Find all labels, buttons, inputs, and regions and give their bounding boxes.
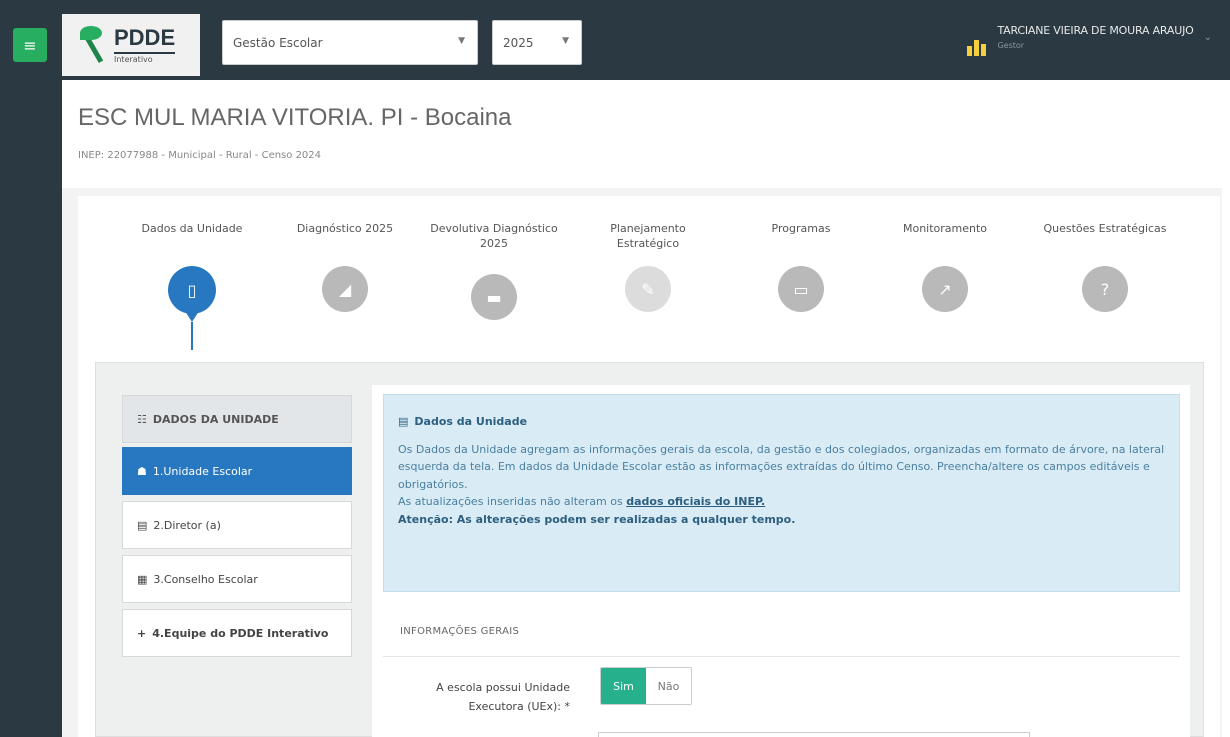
step-pin-stick — [191, 322, 193, 350]
uex-question-label: A escola possui Unidade Executora (UEx):… — [410, 678, 570, 717]
info-title: ▤ Dados da Unidade — [398, 413, 1165, 431]
step-questoes[interactable]: Questões Estratégicas ? — [1035, 222, 1175, 312]
chevron-down-icon: ▼ — [458, 36, 465, 46]
logo-leaf-icon — [76, 24, 108, 66]
step-label: Devolutiva Diagnóstico 2025 — [430, 222, 558, 250]
info-body: Os Dados da Unidade agregam as informaçõ… — [398, 442, 1165, 491]
folder-icon: ▬ — [471, 274, 517, 320]
step-label: Dados da Unidade — [141, 222, 243, 235]
step-planejamento[interactable]: Planejamento Estratégico ✎ — [578, 222, 718, 312]
step-dados-da-unidade[interactable]: Dados da Unidade ▯ — [122, 222, 262, 350]
trend-icon: ↗ — [922, 266, 968, 312]
sidebar-header: ☷ DADOS DA UNIDADE — [122, 395, 352, 443]
yes-option[interactable]: Sim — [601, 668, 646, 704]
sidebar-item-label: 2.Diretor (a) — [153, 518, 221, 532]
year-select[interactable]: 2025 ▼ — [492, 20, 582, 65]
left-rail: ≡ — [0, 0, 62, 737]
step-pin — [183, 308, 201, 322]
uex-question-line1: A escola possui Unidade — [436, 681, 570, 694]
unit-sidebar: ☷ DADOS DA UNIDADE ☗ 1.Unidade Escolar ▤… — [122, 395, 352, 657]
uex-question-line2: Executora (UEx): * — [468, 700, 570, 714]
sidebar-item-label: 1.Unidade Escolar — [152, 464, 253, 478]
step-label: Monitoramento — [902, 222, 988, 235]
sidebar-item-equipe-pdde[interactable]: + 4.Equipe do PDDE Interativo — [122, 609, 352, 657]
uex-toggle[interactable]: Sim Não — [600, 667, 692, 705]
pdde-logo[interactable]: PDDE Interativo — [62, 14, 200, 76]
sidebar-item-unidade-escolar[interactable]: ☗ 1.Unidade Escolar — [122, 447, 352, 495]
sidebar-item-conselho-escolar[interactable]: ▦ 3.Conselho Escolar — [122, 555, 352, 603]
document-icon: ▯ — [168, 266, 216, 314]
no-option[interactable]: Não — [646, 668, 691, 704]
user-menu[interactable]: TARCIANE VIEIRA DE MOURA ARAUJO Gestor ⌄ — [967, 24, 1212, 56]
section-divider — [383, 656, 1180, 657]
step-monitoramento[interactable]: Monitoramento ↗ — [875, 222, 1015, 312]
chevron-down-icon: ▼ — [562, 36, 569, 46]
sidebar-header-label: DADOS DA UNIDADE — [152, 412, 279, 426]
step-label: Programas — [771, 222, 831, 235]
step-label: Diagnóstico 2025 — [296, 222, 394, 235]
info-attention: Atenção: As alterações podem ser realiza… — [398, 512, 796, 526]
next-input-field[interactable] — [598, 732, 1030, 737]
user-role: Gestor — [997, 41, 1025, 50]
chart-icon: ◢ — [322, 266, 368, 312]
group-icon: ▦ — [137, 572, 148, 586]
year-select-value: 2025 — [503, 35, 534, 50]
top-bar: PDDE Interativo Gestão Escolar ▼ 2025 ▼ … — [62, 0, 1230, 80]
profile-select-value: Gestão Escolar — [233, 35, 323, 50]
user-chart-icon — [967, 34, 987, 56]
sidebar-item-label: 4.Equipe do PDDE Interativo — [152, 626, 329, 640]
hamburger-icon[interactable]: ≡ — [13, 28, 47, 62]
section-title: INFORMAÇÕES GERAIS — [400, 626, 520, 637]
monitor-icon: ▭ — [778, 266, 824, 312]
page-title: ESC MUL MARIA VITORIA. PI - Bocaina — [78, 104, 512, 131]
step-label: Planejamento Estratégico — [610, 222, 686, 250]
document-icon: ▤ — [398, 415, 409, 428]
sidebar-item-label: 3.Conselho Escolar — [153, 572, 258, 586]
question-icon: ? — [1082, 266, 1128, 312]
step-diagnostico[interactable]: Diagnóstico 2025 ◢ — [275, 222, 415, 312]
step-label: Questões Estratégicas — [1043, 222, 1167, 235]
user-name: TARCIANE VIEIRA DE MOURA ARAUJO — [997, 24, 1194, 37]
user-dropdown-icon[interactable]: ⌄ — [1204, 32, 1212, 43]
profile-select[interactable]: Gestão Escolar ▼ — [222, 20, 478, 65]
id-card-icon: ▤ — [137, 518, 148, 532]
info-title-text: Dados da Unidade — [414, 415, 528, 428]
planning-icon: ✎ — [625, 266, 671, 312]
info-updates-text: As atualizações inseridas não alteram os — [398, 495, 627, 509]
info-alert: ▤ Dados da Unidade Os Dados da Unidade a… — [383, 394, 1180, 592]
inep-link[interactable]: dados oficiais do INEP. — [626, 495, 765, 508]
logo-title: PDDE — [114, 24, 176, 50]
sidebar-item-diretor[interactable]: ▤ 2.Diretor (a) — [122, 501, 352, 549]
info-updates: As atualizações inseridas não alteram os… — [398, 493, 1165, 511]
plus-icon: + — [137, 626, 147, 640]
school-icon: ☗ — [137, 464, 147, 478]
page-subtitle: INEP: 22077988 - Municipal - Rural - Cen… — [78, 150, 322, 161]
step-programas[interactable]: Programas ▭ — [731, 222, 871, 312]
list-icon: ☷ — [137, 412, 147, 426]
logo-subtitle: Interativo — [114, 51, 176, 64]
step-devolutiva[interactable]: Devolutiva Diagnóstico 2025 ▬ — [424, 222, 564, 320]
